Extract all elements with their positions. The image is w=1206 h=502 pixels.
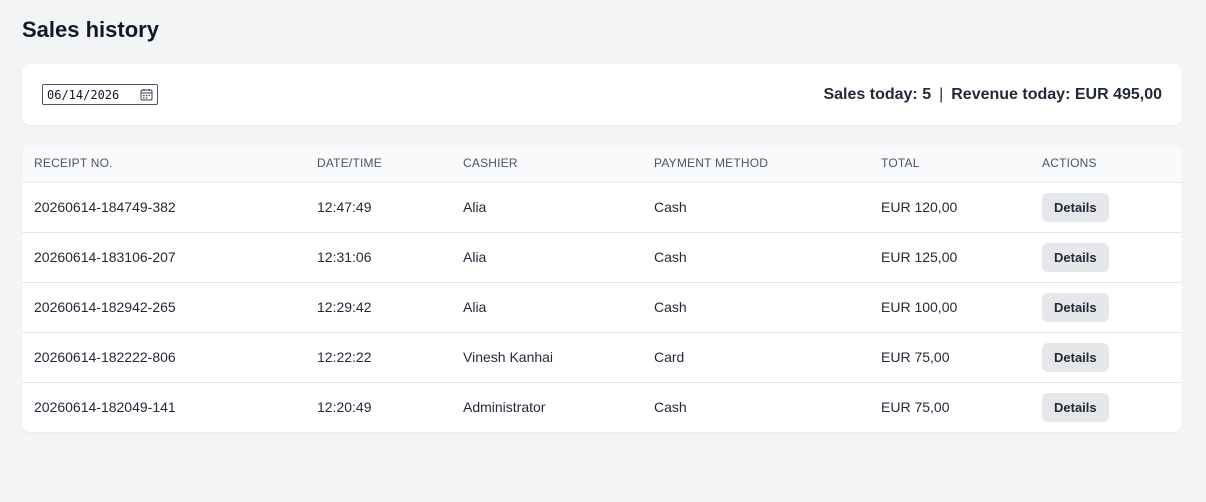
actions-cell: Details xyxy=(1030,331,1182,382)
receipt-no-cell: 20260614-183106-207 xyxy=(22,231,305,282)
cashier-cell: Vinesh Kanhai xyxy=(451,331,642,382)
total-cell: EUR 75,00 xyxy=(869,331,1030,382)
cashier-cell: Alia xyxy=(451,281,642,332)
table-header-row: RECEIPT NO. DATE/TIME CASHIER PAYMENT ME… xyxy=(22,145,1182,183)
cashier-cell: Alia xyxy=(451,231,642,282)
header-receipt-no: RECEIPT NO. xyxy=(22,145,305,183)
table-row: 20260614-182942-265 12:29:42 Alia Cash E… xyxy=(22,281,1182,332)
time-cell: 12:29:42 xyxy=(305,281,451,332)
header-payment-method: PAYMENT METHOD xyxy=(642,145,869,183)
header-actions: ACTIONS xyxy=(1030,145,1182,183)
header-total: TOTAL xyxy=(869,145,1030,183)
payment-method-cell: Cash xyxy=(654,199,687,215)
cashier-cell: Administrator xyxy=(451,381,642,432)
total-cell: EUR 125,00 xyxy=(869,231,1030,282)
table-row: 20260614-182222-806 12:22:22 Vinesh Kanh… xyxy=(22,331,1182,382)
revenue-today: Revenue today: EUR 495,00 xyxy=(951,86,1162,103)
payment-method-cell: Cash xyxy=(642,281,869,332)
page-title: Sales history xyxy=(22,17,159,42)
table-row: 20260614-183106-207 12:31:06 Alia Cash E… xyxy=(22,231,1182,282)
time-cell: 12:47:49 xyxy=(317,199,372,215)
actions-cell: Details xyxy=(1030,182,1182,232)
details-button[interactable]: Details xyxy=(1042,242,1109,272)
time-cell: 12:31:06 xyxy=(305,231,451,282)
total-cell: EUR 120,00 xyxy=(881,199,958,215)
payment-method-cell: Card xyxy=(642,331,869,382)
summary-separator: | xyxy=(939,86,944,103)
actions-cell: Details xyxy=(1030,281,1182,332)
time-cell: 12:20:49 xyxy=(305,381,451,432)
total-cell: EUR 75,00 xyxy=(869,381,1030,432)
details-button[interactable]: Details xyxy=(1042,192,1109,222)
cashier-cell: Alia xyxy=(463,199,487,215)
date-input[interactable]: 06/14/2026 xyxy=(42,84,158,105)
receipt-no-cell: 20260614-182222-806 xyxy=(22,331,305,382)
payment-method-cell: Cash xyxy=(642,381,869,432)
table-row: 20260614-182049-141 12:20:49 Administrat… xyxy=(22,381,1182,432)
actions-cell: Details xyxy=(1030,231,1182,282)
sales-today: Sales today: 5 xyxy=(823,86,932,103)
daily-summary: Sales today: 5 | Revenue today: EUR 495,00 xyxy=(823,86,1162,104)
sales-table-card: RECEIPT NO. DATE/TIME CASHIER PAYMENT ME… xyxy=(22,145,1182,432)
date-input-value: 06/14/2026 xyxy=(47,87,120,102)
sales-table: RECEIPT NO. DATE/TIME CASHIER PAYMENT ME… xyxy=(22,145,1182,432)
filter-card: 06/14/2026 Sales today: 5 | Revenue today:… xyxy=(22,64,1182,125)
actions-cell: Details xyxy=(1030,381,1182,432)
calendar-icon[interactable] xyxy=(137,86,155,104)
header-cashier: CASHIER xyxy=(451,145,642,183)
total-cell: EUR 100,00 xyxy=(869,281,1030,332)
details-button[interactable]: Details xyxy=(1042,342,1109,372)
receipt-no-cell: 20260614-182049-141 xyxy=(22,381,305,432)
table-row: 20260614-184749-382 12:47:49 Alia Cash E… xyxy=(22,182,1182,232)
receipt-no-cell: 20260614-182942-265 xyxy=(22,281,305,332)
payment-method-cell: Cash xyxy=(642,231,869,282)
time-cell: 12:22:22 xyxy=(305,331,451,382)
details-button[interactable]: Details xyxy=(1042,292,1109,322)
header-date-time: DATE/TIME xyxy=(305,145,451,183)
receipt-no-cell: 20260614-184749-382 xyxy=(34,199,176,215)
details-button[interactable]: Details xyxy=(1042,392,1109,422)
